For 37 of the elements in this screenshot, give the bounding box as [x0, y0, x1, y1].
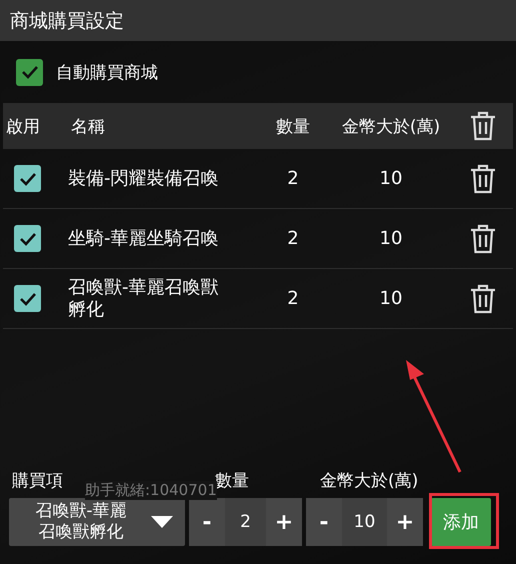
table-cell-text: 10 [378, 288, 404, 310]
check-icon [18, 232, 36, 246]
table-cell-text: 裝備-閃耀裝備召喚 [68, 168, 220, 190]
table-cell-text: 召喚獸-華麗召喚獸孵化 [68, 276, 220, 320]
caret-icon [151, 516, 173, 528]
check-icon [18, 172, 36, 186]
checkbox[interactable] [14, 225, 41, 252]
column-header: 金幣大於(萬) [340, 116, 442, 138]
trash-icon[interactable] [470, 111, 496, 141]
trash-icon[interactable] [470, 224, 496, 254]
table-cell-text: 10 [378, 168, 404, 190]
column-header: 啟用 [5, 116, 41, 138]
table-cell-text: 坐騎-華麗坐騎召喚 [68, 228, 220, 250]
coin-threshold-field[interactable]: 10 [342, 498, 387, 546]
field-label: 數量 [215, 470, 249, 490]
checkbox-label: 自動購買商城 [56, 62, 158, 84]
quantity-field[interactable]: 2 [225, 498, 266, 546]
table-cell-text: 2 [286, 288, 300, 310]
check-icon [18, 292, 36, 306]
table-cell-text: 2 [286, 228, 300, 250]
highlight-frame [429, 493, 499, 549]
column-header: 名稱 [70, 116, 106, 138]
item-dropdown[interactable]: 召喚獸-華麗召喚獸孵化 [9, 498, 185, 546]
field-label: 金幣大於(萬) [320, 470, 418, 492]
column-header: 數量 [275, 116, 311, 138]
table-cell-text: 2 [286, 168, 300, 190]
trash-icon[interactable] [470, 164, 496, 194]
check-icon [20, 65, 38, 79]
field-label: 購買項 [12, 470, 63, 492]
checkbox[interactable] [14, 285, 41, 312]
trash-icon[interactable] [470, 284, 496, 314]
table-cell-text: 10 [378, 228, 404, 250]
window-title: 商城購買設定 [10, 8, 124, 34]
background-status-text: 助手就緒:1040701 [85, 481, 217, 500]
add-button[interactable]: 添加 [431, 498, 491, 546]
checkbox[interactable] [14, 165, 41, 192]
checkbox[interactable] [16, 58, 43, 86]
